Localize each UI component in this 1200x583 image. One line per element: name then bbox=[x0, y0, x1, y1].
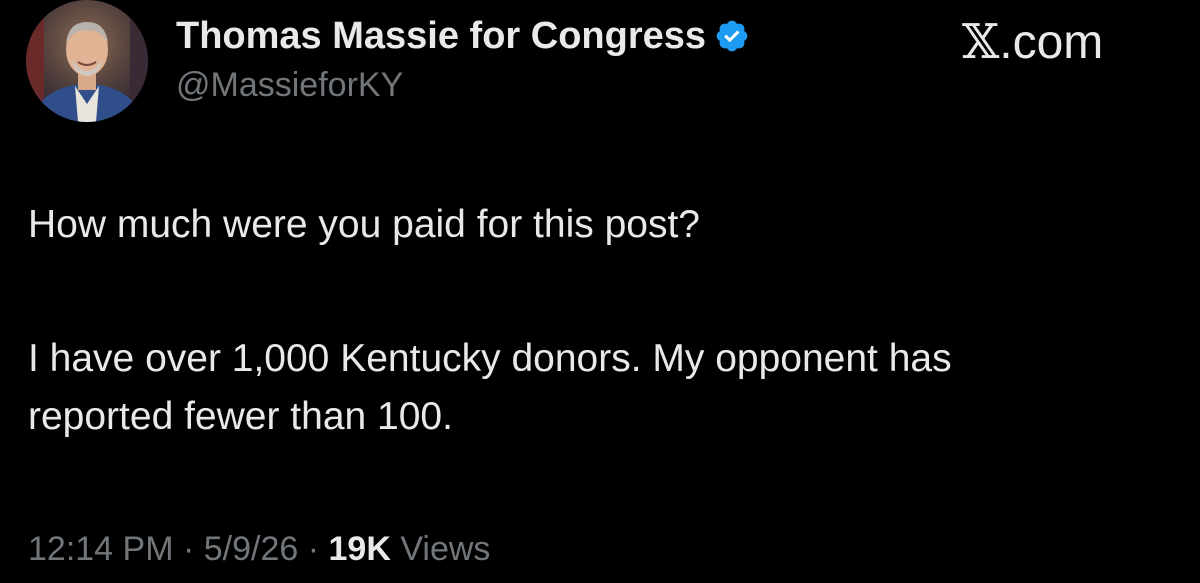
views-label[interactable]: Views bbox=[391, 530, 490, 568]
post-text-line-1: How much were you paid for this post? bbox=[28, 203, 700, 246]
post-time[interactable]: 12:14 PM bbox=[28, 530, 174, 568]
profile-photo-icon bbox=[26, 0, 148, 122]
post-metadata: 12:14 PM · 5/9/26 · 19K Views bbox=[28, 530, 490, 569]
post-text-line-3: reported fewer than 100. bbox=[28, 395, 453, 438]
author-handle[interactable]: @MassieforKY bbox=[176, 66, 403, 105]
brand-suffix: .com bbox=[999, 16, 1104, 69]
tweet: Thomas Massie for Congress @MassieforKY … bbox=[0, 0, 1200, 583]
views-count[interactable]: 19K bbox=[329, 530, 391, 568]
x-com-watermark: 𝕏.com bbox=[962, 14, 1103, 70]
author-display-name[interactable]: Thomas Massie for Congress bbox=[176, 15, 706, 58]
verified-badge-icon[interactable] bbox=[714, 18, 750, 54]
meta-separator: · bbox=[298, 530, 329, 568]
author-avatar[interactable] bbox=[26, 0, 148, 122]
author-name-row: Thomas Massie for Congress bbox=[176, 12, 750, 60]
post-text-line-2: I have over 1,000 Kentucky donors. My op… bbox=[28, 337, 952, 380]
post-date[interactable]: 5/9/26 bbox=[204, 530, 299, 568]
x-logo-icon: 𝕏 bbox=[962, 14, 1000, 70]
meta-separator: · bbox=[173, 530, 204, 568]
